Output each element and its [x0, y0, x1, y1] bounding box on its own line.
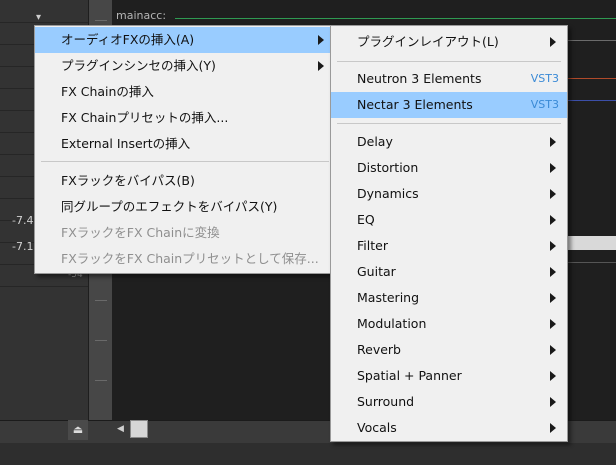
menu-item-label: Mastering: [357, 290, 420, 305]
volume-db-readout: -7.4: [12, 214, 34, 227]
automation-line: [566, 100, 616, 101]
submenu-arrow-icon: [549, 181, 559, 207]
clip-block[interactable]: [566, 236, 616, 250]
menu-item-label: FXラックをバイパス(B): [61, 173, 195, 188]
menu-item-bypass-fx-rack[interactable]: FXラックをバイパス(B): [35, 168, 335, 194]
menu-item-label: FXラックをFX Chainプリセットとして保存...: [61, 251, 319, 266]
menu-item-label: EQ: [357, 212, 375, 227]
context-menu: オーディオFXの挿入(A) プラグインシンセの挿入(Y) FX Chainの挿入…: [34, 25, 336, 274]
menu-item-nectar-3-elements[interactable]: Nectar 3 Elements VST3: [331, 92, 567, 118]
menu-item-insert-external-insert[interactable]: External Insertの挿入: [35, 131, 335, 157]
vst3-badge: VST3: [530, 72, 559, 85]
menu-item-neutron-3-elements[interactable]: Neutron 3 Elements VST3: [331, 66, 567, 92]
submenu-arrow-icon: [549, 363, 559, 389]
menu-item-label: Neutron 3 Elements: [357, 71, 482, 86]
ruler-tick: [95, 380, 107, 381]
menu-item-label: Delay: [357, 134, 393, 149]
submenu-arrow-icon: [549, 29, 559, 55]
automation-line: [566, 40, 616, 41]
menu-item-label: オーディオFXの挿入(A): [61, 32, 195, 47]
menu-item-category-surround[interactable]: Surround: [331, 389, 567, 415]
menu-item-category-delay[interactable]: Delay: [331, 129, 567, 155]
submenu-arrow-icon: [549, 311, 559, 337]
menu-item-label: プラグインシンセの挿入(Y): [61, 58, 216, 73]
menu-item-label: Reverb: [357, 342, 401, 357]
submenu-arrow-icon: [549, 259, 559, 285]
track-divider: [566, 262, 616, 263]
menu-item-category-filter[interactable]: Filter: [331, 233, 567, 259]
submenu-arrow-icon: [549, 389, 559, 415]
menu-item-label: Nectar 3 Elements: [357, 97, 473, 112]
menu-item-label: Vocals: [357, 420, 397, 435]
submenu-arrow-icon: [549, 285, 559, 311]
audio-fx-submenu: プラグインレイアウト(L) Neutron 3 Elements VST3 Ne…: [330, 25, 568, 442]
menu-item-label: Distortion: [357, 160, 419, 175]
menu-item-category-mastering[interactable]: Mastering: [331, 285, 567, 311]
scroll-thumb[interactable]: [130, 420, 148, 438]
menu-item-label: Modulation: [357, 316, 427, 331]
menu-item-convert-to-fx-chain: FXラックをFX Chainに変換: [35, 220, 335, 246]
menu-item-label: Filter: [357, 238, 388, 253]
menu-separator: [337, 123, 561, 124]
menu-item-category-reverb[interactable]: Reverb: [331, 337, 567, 363]
track-header-row: [0, 0, 88, 23]
menu-item-insert-fx-chain-preset[interactable]: FX Chainプリセットの挿入...: [35, 105, 335, 131]
bottom-bar: [0, 443, 616, 465]
ruler-tick: [95, 340, 107, 341]
menu-separator: [337, 61, 561, 62]
ruler-tick: [95, 20, 107, 21]
menu-item-label: Dynamics: [357, 186, 419, 201]
pan-db-readout: -7.1: [12, 240, 34, 253]
vst3-badge: VST3: [530, 98, 559, 111]
submenu-arrow-icon: [549, 207, 559, 233]
menu-item-category-dynamics[interactable]: Dynamics: [331, 181, 567, 207]
menu-item-category-distortion[interactable]: Distortion: [331, 155, 567, 181]
scroll-left-icon[interactable]: ◀: [117, 424, 124, 434]
menu-item-category-spatial-panner[interactable]: Spatial + Panner: [331, 363, 567, 389]
menu-item-insert-fx-chain[interactable]: FX Chainの挿入: [35, 79, 335, 105]
menu-item-label: Spatial + Panner: [357, 368, 462, 383]
menu-item-label: プラグインレイアウト(L): [357, 34, 499, 49]
menu-item-insert-audio-fx[interactable]: オーディオFXの挿入(A): [35, 27, 335, 53]
submenu-arrow-icon: [549, 337, 559, 363]
menu-separator: [41, 161, 329, 162]
menu-item-label: FXラックをFX Chainに変換: [61, 225, 220, 240]
menu-item-category-guitar[interactable]: Guitar: [331, 259, 567, 285]
menu-item-bypass-group-effects[interactable]: 同グループのエフェクトをバイパス(Y): [35, 194, 335, 220]
submenu-arrow-icon: [549, 129, 559, 155]
submenu-arrow-icon: [549, 233, 559, 259]
menu-item-insert-synth[interactable]: プラグインシンセの挿入(Y): [35, 53, 335, 79]
menu-item-category-vocals[interactable]: Vocals: [331, 415, 567, 441]
menu-item-label: Guitar: [357, 264, 396, 279]
automation-line: [566, 78, 616, 79]
ruler-tick: [95, 300, 107, 301]
menu-item-label: FX Chainの挿入: [61, 84, 154, 99]
collapse-icon[interactable]: ▾: [36, 12, 41, 23]
submenu-arrow-icon: [317, 27, 327, 53]
menu-item-plugin-layout[interactable]: プラグインレイアウト(L): [331, 29, 567, 55]
menu-item-label: Surround: [357, 394, 415, 409]
submenu-arrow-icon: [317, 53, 327, 79]
submenu-arrow-icon: [549, 415, 559, 441]
menu-item-label: FX Chainプリセットの挿入...: [61, 110, 229, 125]
eject-icon[interactable]: ⏏: [68, 420, 88, 440]
track-name: mainacc:: [116, 9, 167, 22]
automation-line: [175, 18, 616, 19]
menu-item-category-modulation[interactable]: Modulation: [331, 311, 567, 337]
menu-item-category-eq[interactable]: EQ: [331, 207, 567, 233]
menu-item-save-as-fx-chain-preset: FXラックをFX Chainプリセットとして保存...: [35, 246, 335, 272]
menu-item-label: External Insertの挿入: [61, 136, 191, 151]
menu-item-label: 同グループのエフェクトをバイパス(Y): [61, 199, 278, 214]
submenu-arrow-icon: [549, 155, 559, 181]
